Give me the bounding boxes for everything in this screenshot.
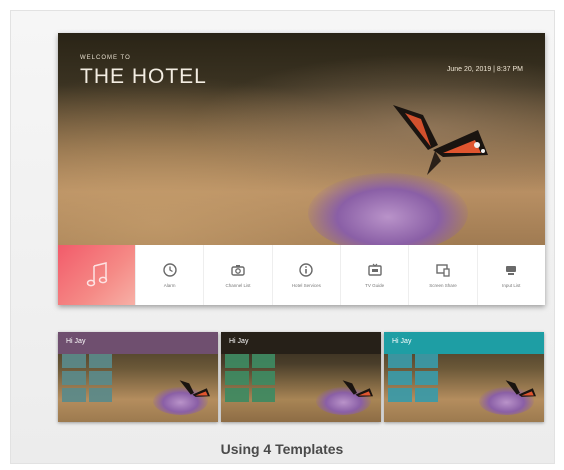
hotel-title: THE HOTEL	[80, 65, 207, 88]
thumbnail-tiles	[225, 354, 275, 402]
clock-icon	[162, 263, 177, 277]
menu-label: Hotel Services	[291, 283, 321, 288]
template-thumbnail-1[interactable]: Hi Jay	[58, 332, 218, 422]
menu-item-tv-guide[interactable]: TV Guide	[339, 245, 408, 305]
caption: Using 4 Templates	[220, 441, 344, 457]
welcome-text: WELCOME TO	[80, 55, 131, 61]
launcher-bar: Alarm Channel List Hotel Services TV Gui…	[58, 245, 545, 305]
menu-item-hotel-services[interactable]: Hotel Services	[271, 245, 340, 305]
music-note-icon	[86, 262, 107, 287]
menu-item-input-list[interactable]: Input List	[476, 245, 545, 305]
tv-guide-icon	[367, 263, 382, 276]
input-list-icon	[506, 266, 517, 275]
menu-label: Screen Share	[429, 283, 457, 288]
menu-label: Input List	[502, 283, 521, 288]
music-tile[interactable]	[58, 245, 135, 305]
thumbnail-greeting: Hi Jay	[229, 338, 249, 345]
butterfly-image	[505, 380, 536, 397]
template-thumbnail-2[interactable]: Hi Jay	[221, 332, 381, 422]
butterfly-image	[179, 380, 210, 397]
menu-label: Channel List	[225, 283, 251, 288]
menu-item-channel-list[interactable]: Channel List	[203, 245, 271, 305]
butterfly-image	[342, 380, 373, 397]
thumbnail-greeting: Hi Jay	[66, 338, 86, 345]
menu-label: TV Guide	[365, 283, 385, 288]
thumbnail-greeting: Hi Jay	[392, 338, 412, 345]
screen-share-icon	[436, 264, 450, 277]
menu-item-alarm[interactable]: Alarm	[135, 245, 203, 305]
thumbnail-tiles	[62, 354, 112, 402]
datetime: June 20, 2019 | 8:37 PM	[446, 66, 523, 73]
info-icon	[299, 263, 314, 277]
template-thumbnail-3[interactable]: Hi Jay	[384, 332, 544, 422]
main-tv-screen: WELCOME TO THE HOTEL June 20, 2019 | 8:3…	[58, 33, 545, 305]
menu-label: Alarm	[163, 283, 176, 288]
butterfly-image	[393, 105, 488, 175]
menu-item-screen-share[interactable]: Screen Share	[408, 245, 476, 305]
camera-icon	[231, 265, 245, 276]
thumbnail-tiles	[388, 354, 438, 402]
